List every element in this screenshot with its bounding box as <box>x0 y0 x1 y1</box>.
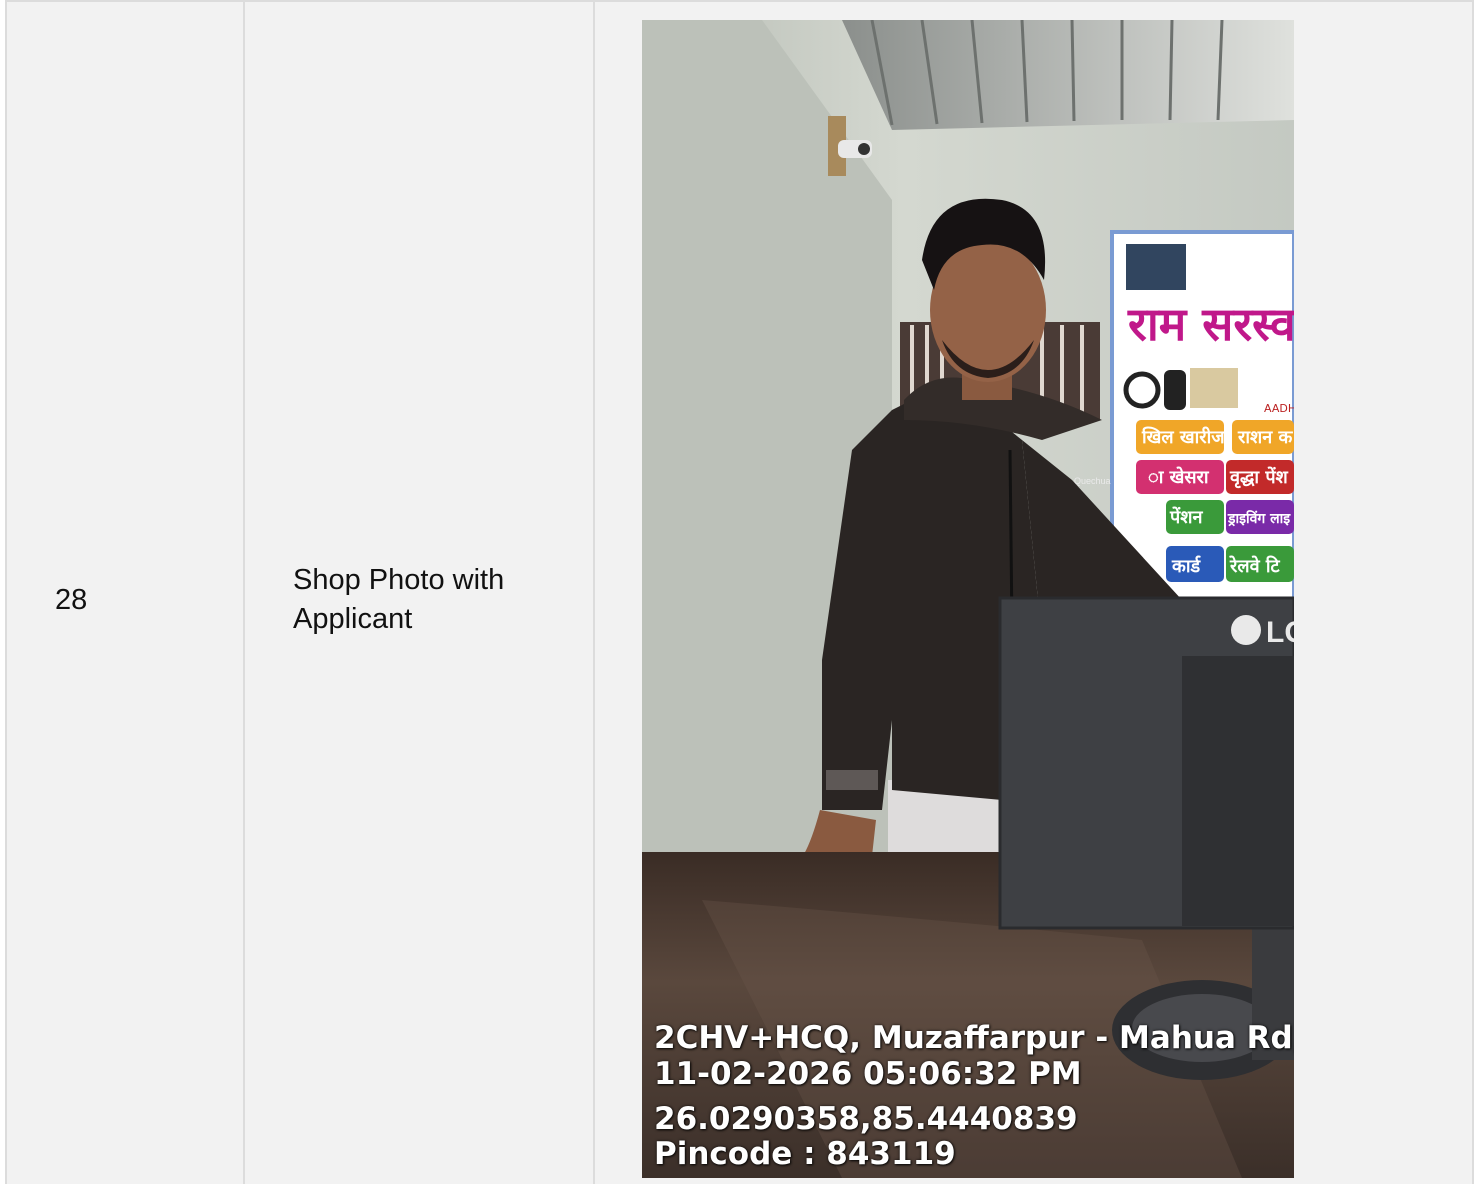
row-number: 28 <box>55 584 88 616</box>
monitor-brand: LG <box>1266 616 1294 649</box>
column-divider <box>243 2 245 1184</box>
sign-chip: खिल खारीज <box>1141 426 1225 448</box>
sign-chip: ड्राइविंग लाइ <box>1227 510 1291 527</box>
sign-chip: वृद्धा पेंश <box>1229 466 1289 489</box>
column-divider <box>593 2 595 1184</box>
photo-pincode: Pincode : 843119 <box>654 1136 956 1172</box>
photo-datetime: 11-02-2026 05:06:32 PM <box>654 1056 1082 1092</box>
sign-chip: कार्ड <box>1171 555 1201 577</box>
photo-address: 2CHV+HCQ, Muzaffarpur - Mahua Rd, near . <box>654 1020 1294 1056</box>
hoodie-logo: Quechua <box>1074 476 1111 486</box>
sign-chip: पेंशन <box>1169 506 1203 528</box>
sign-chip: रेलवे टि <box>1229 555 1281 577</box>
sign-brand: AADH <box>1264 402 1294 415</box>
row-label: Shop Photo with Applicant <box>293 564 505 635</box>
shop-photo-image: राम सरस्वती AADH खिल खारीज राशन क ा खेसर… <box>642 20 1294 1178</box>
sign-chip: ा खेसरा <box>1148 466 1210 488</box>
shop-photo: राम सरस्वती AADH खिल खारीज राशन क ा खेसर… <box>642 20 1294 1178</box>
sign-title: राम सरस्वती <box>1127 297 1294 351</box>
sign-chip: राशन क <box>1237 427 1294 448</box>
photo-coordinates: 26.0290358,85.4440839 <box>654 1101 1078 1137</box>
